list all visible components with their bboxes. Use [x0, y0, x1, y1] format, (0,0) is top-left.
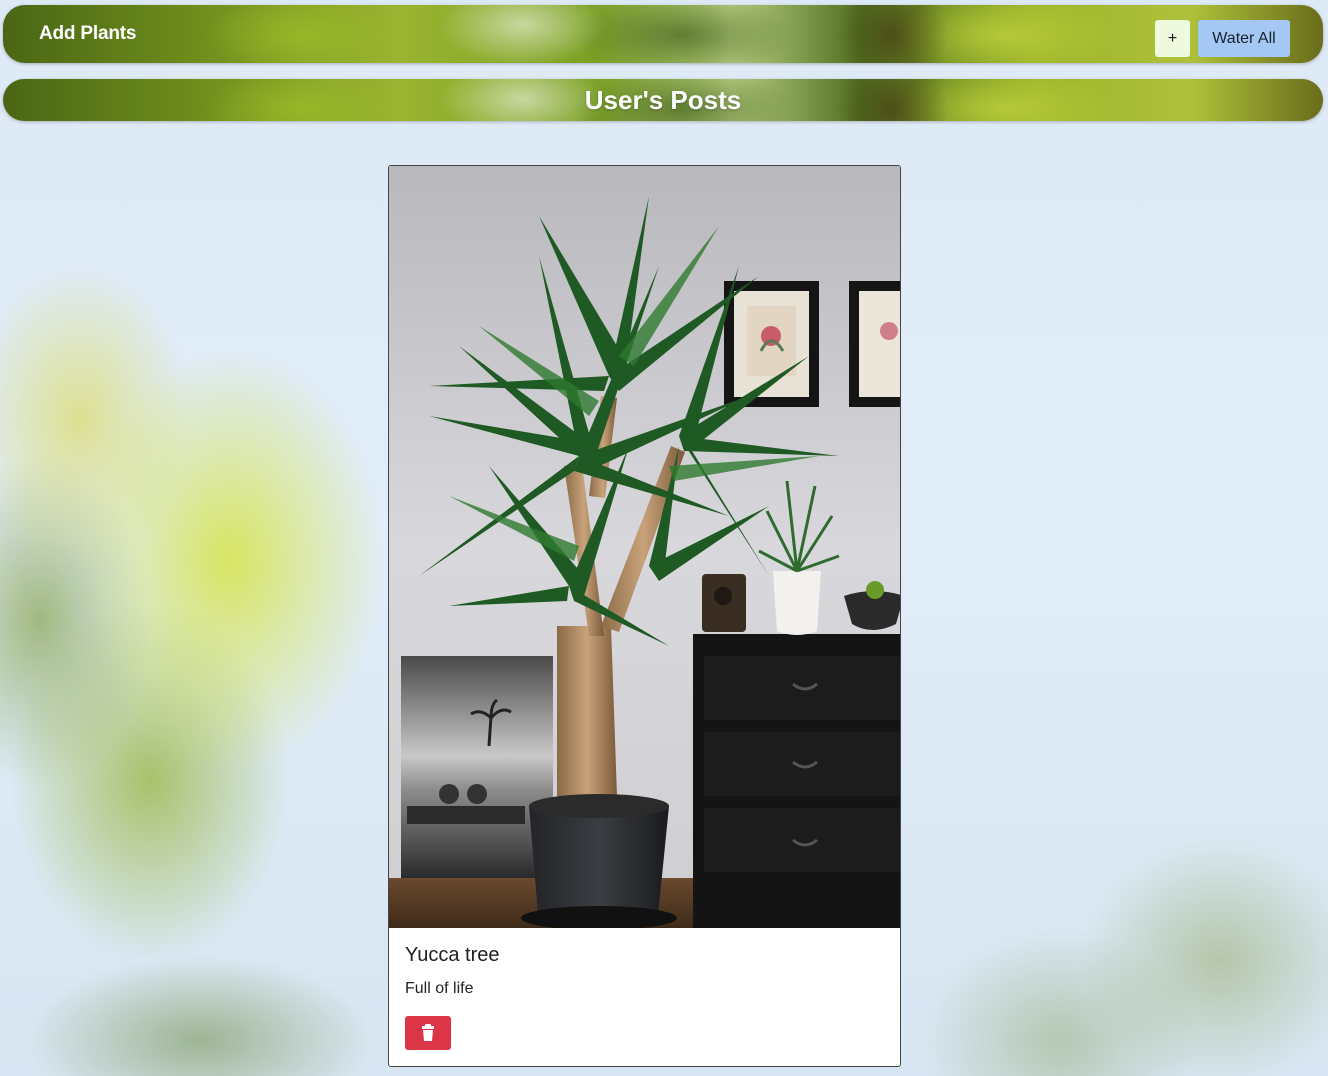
brand-link[interactable]: Add Plants [39, 23, 136, 45]
plant-photo [389, 166, 900, 928]
navbar: Add Plants + Water All [3, 5, 1323, 63]
add-plant-button[interactable]: + [1155, 20, 1190, 57]
post-description: Full of life [405, 980, 474, 997]
water-all-button[interactable]: Water All [1198, 20, 1290, 57]
card-body: Yucca tree Full of life [389, 928, 900, 1066]
trash-icon [422, 1024, 434, 1041]
delete-post-button[interactable] [405, 1016, 451, 1050]
post-title: Yucca tree [405, 944, 500, 966]
posts-header: User's Posts [3, 79, 1323, 121]
page-title: User's Posts [584, 85, 742, 115]
post-card: Yucca tree Full of life [388, 165, 901, 1067]
